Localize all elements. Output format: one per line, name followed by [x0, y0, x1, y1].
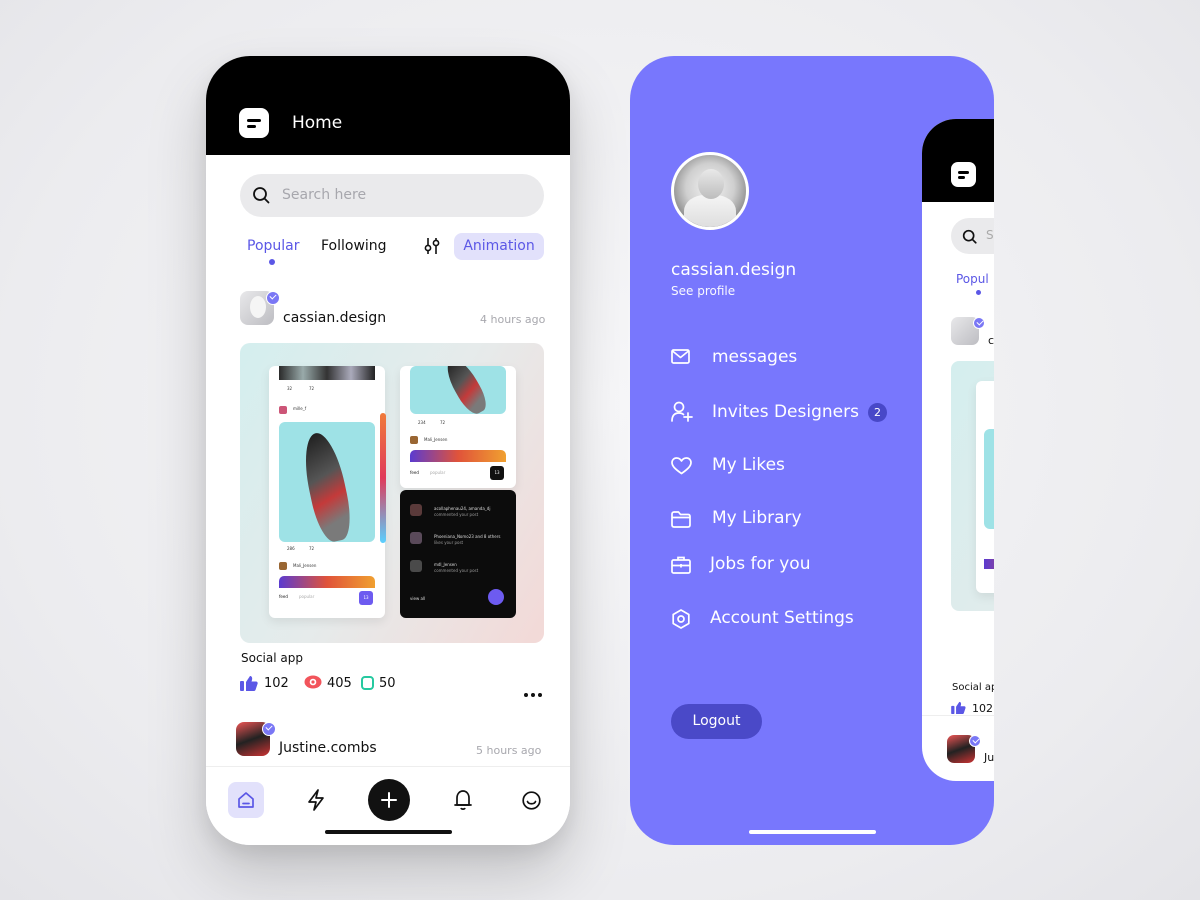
animation-chip[interactable]: Animation	[454, 233, 544, 260]
search-icon	[962, 229, 977, 244]
likes-count: 102	[264, 676, 289, 691]
like-icon[interactable]	[240, 675, 258, 691]
menu-item-label: Invites Designers	[712, 402, 859, 422]
heart-icon	[671, 457, 692, 475]
settings-icon	[672, 609, 690, 629]
profile-smile-icon[interactable]	[522, 791, 541, 810]
search-input[interactable]: Search here	[240, 174, 544, 217]
filter-icon[interactable]	[424, 237, 440, 255]
invites-count-badge: 2	[868, 403, 887, 422]
menu-item-label: messages	[712, 347, 798, 367]
eye-icon[interactable]	[304, 675, 322, 689]
verified-icon	[973, 317, 985, 329]
home-indicator	[749, 830, 876, 834]
post-author[interactable]: cassian.design	[283, 310, 386, 326]
menu-item-label: My Library	[712, 508, 802, 528]
app-logo-icon[interactable]	[239, 108, 269, 138]
search-placeholder: Search here	[282, 187, 367, 203]
home-icon	[238, 792, 254, 808]
comment-icon[interactable]	[361, 676, 374, 690]
mini-post-card: 234 72 Mali_Jensen feed popular 13	[400, 366, 516, 488]
app-logo-icon	[951, 162, 976, 187]
logout-button[interactable]: Logout	[671, 704, 762, 739]
views-count: 405	[327, 676, 352, 691]
search-input: S	[951, 218, 994, 254]
add-user-icon	[671, 401, 693, 422]
profile-name: cassian.design	[671, 260, 797, 280]
post-caption: Social ap	[952, 682, 994, 693]
lightning-icon[interactable]	[307, 789, 325, 811]
home-header: Home	[206, 56, 570, 155]
like-icon	[951, 701, 966, 714]
post-author: c	[988, 334, 994, 347]
post-caption: Social app	[241, 651, 303, 665]
tab-following[interactable]: Following	[321, 238, 387, 254]
tab-popular: Popul	[956, 272, 989, 286]
post-author[interactable]: Justine.combs	[279, 740, 377, 756]
tab-popular[interactable]: Popular	[247, 238, 300, 254]
page-title: Home	[292, 113, 343, 133]
more-options-icon[interactable]	[524, 682, 545, 701]
bell-icon[interactable]	[454, 789, 472, 811]
menu-item-label: Jobs for you	[710, 554, 811, 574]
search-placeholder: S	[986, 228, 994, 242]
verified-icon	[266, 291, 280, 305]
search-icon	[253, 187, 270, 204]
likes-count: 102	[972, 702, 993, 715]
menu-screen: cassian.design See profile messages Invi…	[630, 56, 994, 845]
active-tab-indicator	[269, 259, 275, 265]
briefcase-icon	[671, 556, 691, 574]
create-post-button[interactable]	[368, 779, 410, 821]
menu-item-label: Account Settings	[710, 608, 854, 628]
menu-item-label: My Likes	[712, 455, 785, 475]
home-screen: Home Search here Popular Following Anima…	[206, 56, 570, 845]
post-image	[951, 361, 994, 611]
post-time: 4 hours ago	[480, 313, 546, 326]
active-tab-indicator	[976, 290, 981, 295]
mini-feed-card: 32 72 mille_f 286 72 Mali_Jensen feed po…	[269, 366, 385, 618]
avatar[interactable]	[671, 152, 749, 230]
post-time: 5 hours ago	[476, 744, 542, 757]
see-profile-link[interactable]: See profile	[671, 284, 735, 298]
mail-icon	[671, 349, 690, 364]
comments-count: 50	[379, 676, 396, 691]
folder-icon	[671, 511, 691, 528]
home-indicator	[325, 830, 452, 834]
post-image[interactable]: 32 72 mille_f 286 72 Mali_Jensen feed po…	[240, 343, 544, 643]
nav-home[interactable]	[228, 782, 264, 818]
verified-icon	[262, 722, 276, 736]
mini-notification-card: acollaphenau24, amanda_dj commented your…	[400, 490, 516, 618]
plus-icon	[381, 792, 397, 808]
home-preview-panel[interactable]: S Popul c Social ap 102 Ju	[922, 119, 994, 781]
